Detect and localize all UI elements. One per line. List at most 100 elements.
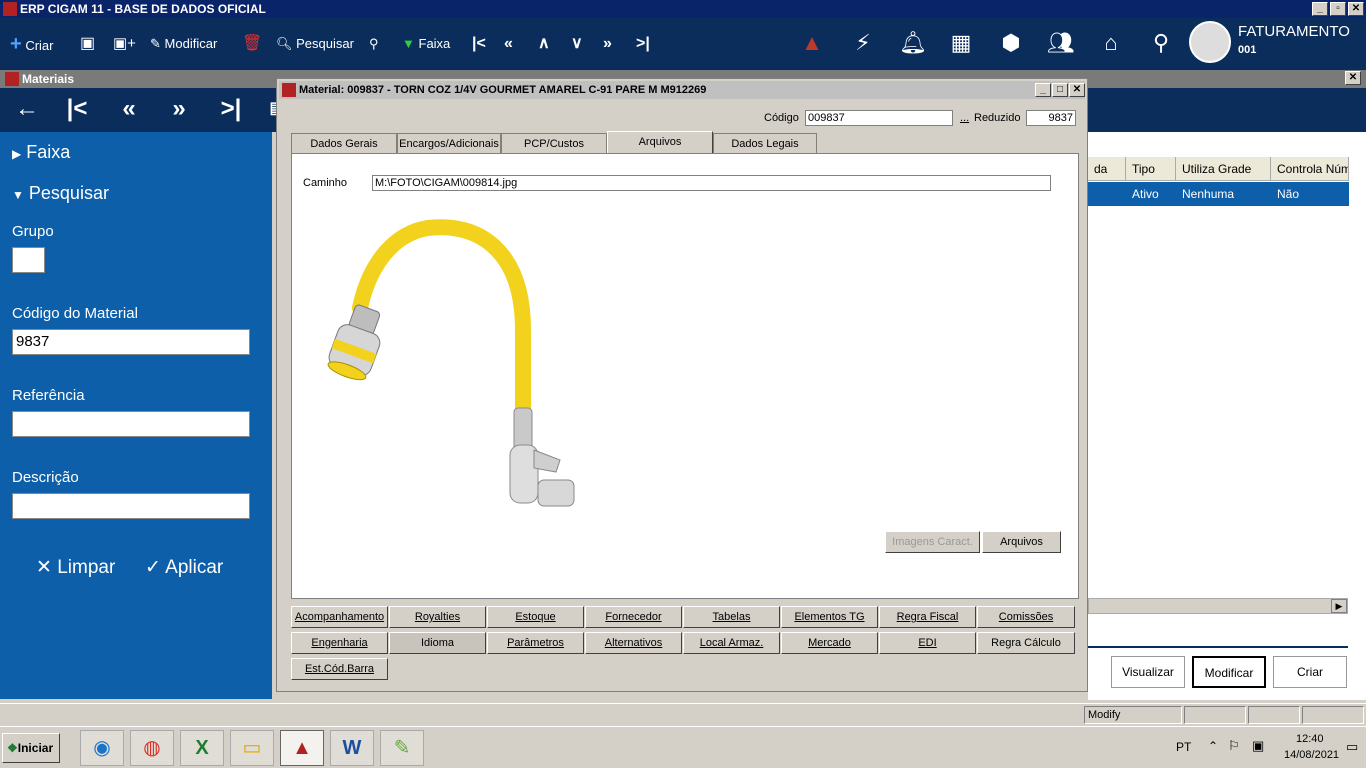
- dialog-maximize-button[interactable]: □: [1052, 83, 1068, 97]
- flag-icon[interactable]: ⚐: [1228, 738, 1240, 754]
- cigam-home-icon[interactable]: ▲: [797, 28, 827, 58]
- grid-header[interactable]: da: [1088, 157, 1126, 181]
- faixa-section[interactable]: ▶ Faixa: [12, 142, 70, 163]
- last-record-button[interactable]: >|: [636, 34, 650, 54]
- close-button[interactable]: ✕: [1348, 2, 1364, 16]
- double-right-icon[interactable]: »: [164, 94, 194, 124]
- fornecedor-button[interactable]: Fornecedor: [585, 606, 682, 628]
- last-icon[interactable]: >|: [216, 94, 246, 124]
- codigo-input[interactable]: 009837: [805, 110, 953, 126]
- scroll-right-icon[interactable]: ▶: [1331, 599, 1347, 613]
- restore-button[interactable]: ▫: [1330, 2, 1346, 16]
- edge-icon[interactable]: ◉: [80, 730, 124, 766]
- aplicar-button[interactable]: ✓ Aplicar: [145, 556, 223, 579]
- excel-icon[interactable]: X: [180, 730, 224, 766]
- next-page-button[interactable]: »: [603, 34, 612, 54]
- caminho-input[interactable]: M:\FOTO\CIGAM\009814.jpg: [372, 175, 1051, 191]
- engenharia-button[interactable]: Engenharia: [291, 632, 388, 654]
- tab-arquivos[interactable]: Arquivos: [607, 131, 713, 153]
- chrome-icon[interactable]: ◍: [130, 730, 174, 766]
- dialog-minimize-button[interactable]: _: [1035, 83, 1051, 97]
- grid-icon[interactable]: ▦: [946, 28, 976, 58]
- cigam-taskbar-icon[interactable]: ▲: [280, 730, 324, 766]
- paint-icon[interactable]: ✎: [380, 730, 424, 766]
- regra-calculo-button[interactable]: Regra Cálculo: [977, 632, 1075, 654]
- descricao-input[interactable]: [12, 493, 250, 519]
- regra-fiscal-button[interactable]: Regra Fiscal: [879, 606, 976, 628]
- local-armaz-button[interactable]: Local Armaz.: [683, 632, 780, 654]
- magnifier-icon[interactable]: ⚲: [1146, 28, 1176, 58]
- table-cell[interactable]: Nenhuma: [1176, 182, 1271, 206]
- idioma-button[interactable]: Idioma: [389, 632, 486, 654]
- visualizar-button[interactable]: Visualizar: [1111, 656, 1185, 688]
- house-icon[interactable]: ⌂: [1096, 28, 1126, 58]
- faixa-button[interactable]: ▼ Faixa: [402, 34, 450, 54]
- tab-encargos[interactable]: Encargos/Adicionais: [397, 133, 501, 153]
- grid-header[interactable]: Tipo: [1126, 157, 1176, 181]
- criar-button[interactable]: + Criar: [10, 34, 53, 54]
- tab-pcp-custos[interactable]: PCP/Custos: [501, 133, 607, 153]
- grid-header[interactable]: Controla Núme: [1271, 157, 1349, 181]
- save-new-button[interactable]: ▣+: [113, 34, 136, 54]
- referencia-label: Referência: [12, 387, 85, 404]
- reduzido-input[interactable]: 9837: [1026, 110, 1076, 126]
- back-arrow-icon[interactable]: ←: [12, 94, 42, 124]
- limpar-button[interactable]: ✕ Limpar: [36, 556, 115, 579]
- clock-time: 12:40: [1296, 733, 1324, 745]
- modificar-button[interactable]: Modificar: [1192, 656, 1266, 688]
- codigo-material-input[interactable]: 9837: [12, 329, 250, 355]
- word-icon[interactable]: W: [330, 730, 374, 766]
- table-cell[interactable]: [1088, 182, 1126, 206]
- elementos-tg-button[interactable]: Elementos TG: [781, 606, 878, 628]
- chevron-down-icon: ∨: [571, 35, 583, 52]
- edi-button[interactable]: EDI: [879, 632, 976, 654]
- alternativos-button[interactable]: Alternativos: [585, 632, 682, 654]
- criar-button[interactable]: Criar: [1273, 656, 1347, 688]
- location-button[interactable]: ⚲: [369, 34, 379, 54]
- royalties-button[interactable]: Royalties: [389, 606, 486, 628]
- modificar-button[interactable]: ✎ Modificar: [150, 34, 217, 54]
- materiais-close-button[interactable]: ✕: [1345, 71, 1361, 85]
- est-cod-barra-button[interactable]: Est.Cód.Barra: [291, 658, 388, 680]
- dialog-close-button[interactable]: ✕: [1069, 83, 1085, 97]
- tabelas-button[interactable]: Tabelas: [683, 606, 780, 628]
- codigo-lookup-button[interactable]: ...: [960, 112, 969, 124]
- acompanhamento-button[interactable]: Acompanhamento: [291, 606, 388, 628]
- arquivos-button[interactable]: Arquivos: [982, 531, 1061, 553]
- horizontal-scrollbar[interactable]: [1088, 598, 1348, 614]
- prev-record-button[interactable]: ∧: [538, 34, 550, 54]
- prev-page-button[interactable]: «: [504, 34, 513, 54]
- referencia-input[interactable]: [12, 411, 250, 437]
- double-left-icon[interactable]: «: [114, 94, 144, 124]
- comissoes-button[interactable]: Comissões: [977, 606, 1075, 628]
- save-button[interactable]: ▣: [80, 34, 95, 54]
- users-icon[interactable]: 👥︎: [1046, 28, 1076, 58]
- imagens-caract-button[interactable]: Imagens Caract.: [885, 531, 980, 553]
- table-cell[interactable]: Não: [1271, 182, 1349, 206]
- first-icon[interactable]: |<: [62, 94, 92, 124]
- grid-header[interactable]: Utiliza Grade: [1176, 157, 1271, 181]
- notification-icon[interactable]: ▭: [1346, 739, 1358, 755]
- estoque-button[interactable]: Estoque: [487, 606, 584, 628]
- minimize-button[interactable]: _: [1312, 2, 1328, 16]
- network-icon[interactable]: ▣: [1252, 738, 1264, 754]
- tab-dados-gerais[interactable]: Dados Gerais: [291, 133, 397, 153]
- box-icon[interactable]: ⬢: [996, 28, 1026, 58]
- tray-up-icon[interactable]: ⌃: [1208, 739, 1218, 753]
- delete-button[interactable]: 🗑: [242, 34, 262, 54]
- next-record-button[interactable]: ∨: [571, 34, 583, 54]
- mercado-button[interactable]: Mercado: [781, 632, 878, 654]
- pesquisar-button[interactable]: 🔍︎ Pesquisar: [276, 34, 354, 54]
- bell-icon[interactable]: 🔔︎: [898, 28, 928, 58]
- pesquisar-section[interactable]: ▼ Pesquisar: [12, 183, 109, 204]
- lightning-icon[interactable]: ⚡︎: [848, 28, 878, 58]
- folder-icon[interactable]: ▭: [230, 730, 274, 766]
- language-indicator[interactable]: PT: [1176, 740, 1191, 754]
- start-button[interactable]: ❖Iniciar: [2, 733, 60, 763]
- grupo-input[interactable]: [12, 247, 45, 273]
- parametros-button[interactable]: Parâmetros: [487, 632, 584, 654]
- tab-dados-legais[interactable]: Dados Legais: [713, 133, 817, 153]
- avatar[interactable]: [1189, 21, 1231, 63]
- table-cell[interactable]: Ativo: [1126, 182, 1176, 206]
- first-record-button[interactable]: |<: [472, 34, 486, 54]
